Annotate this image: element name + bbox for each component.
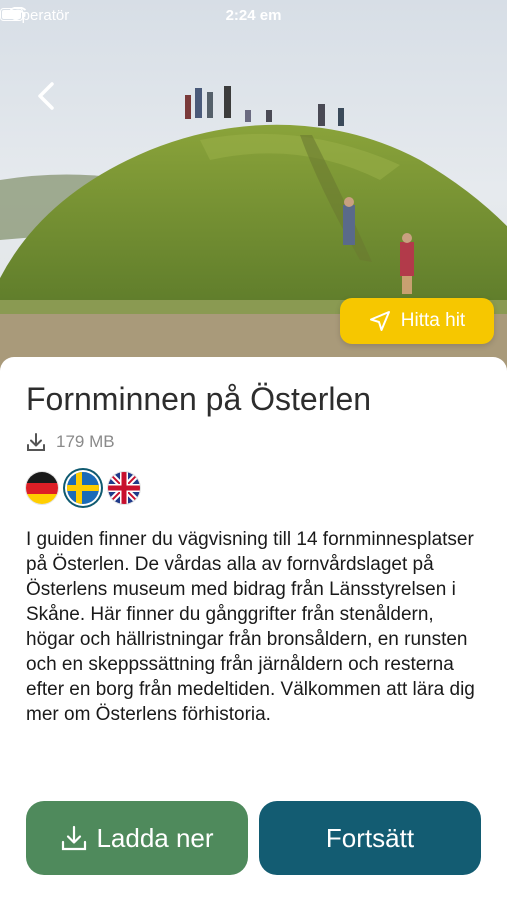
swedish-flag-icon[interactable]: [67, 472, 99, 504]
language-selector: [26, 472, 140, 504]
chevron-left-icon: [38, 82, 54, 110]
battery-icon: [0, 8, 26, 21]
status-time: 2:24 em: [225, 7, 282, 24]
download-icon: [62, 825, 87, 851]
status-bar: Operatör 2:24 em: [0, 0, 507, 30]
guide-details-sheet: Fornminnen på Österlen 179 MB I guiden f…: [0, 357, 507, 900]
download-size: 179 MB: [56, 432, 115, 451]
download-button[interactable]: Ladda ner: [26, 801, 248, 875]
download-size-row: 179 MB: [26, 432, 115, 452]
download-button-label: Ladda ner: [96, 822, 214, 853]
location-arrow-icon: [369, 311, 390, 331]
uk-flag-icon[interactable]: [108, 472, 140, 504]
guide-title: Fornminnen på Österlen: [26, 381, 372, 417]
back-button[interactable]: [28, 76, 68, 116]
navigate-here-button[interactable]: Hitta hit: [340, 298, 494, 344]
navigate-here-label: Hitta hit: [400, 310, 466, 331]
continue-button-label: Fortsätt: [325, 822, 415, 853]
guide-description: I guiden finner du vägvisning till 14 fo…: [26, 529, 475, 725]
download-icon: [27, 433, 45, 451]
german-flag-icon[interactable]: [26, 472, 58, 504]
continue-button[interactable]: Fortsätt: [259, 801, 481, 875]
